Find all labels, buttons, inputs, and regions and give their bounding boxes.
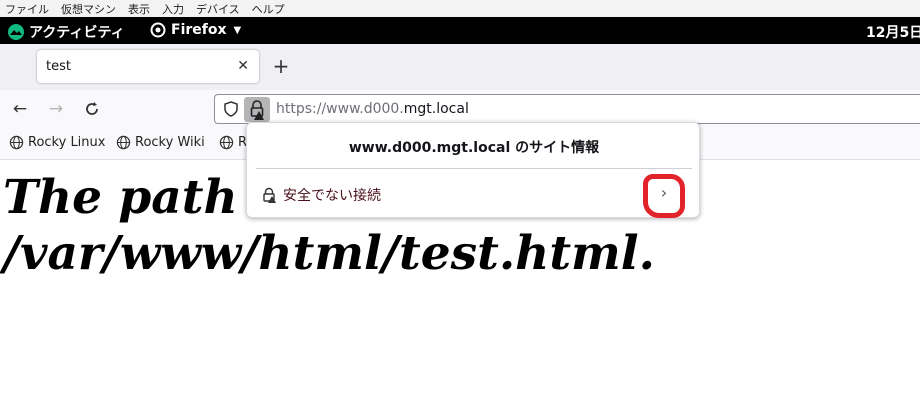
forward-icon[interactable]: →: [44, 97, 68, 121]
divider: [256, 168, 692, 169]
globe-icon: [219, 135, 234, 150]
url-domain: mgt.local: [403, 101, 469, 117]
bookmark-label: Rocky Wiki: [135, 135, 205, 150]
bookmark-rocky-linux[interactable]: Rocky Linux: [9, 135, 105, 150]
url-prefix: https://www.d000.: [276, 101, 404, 117]
tab-strip: test ✕ +: [0, 44, 920, 90]
rocky-logo-icon: [8, 24, 24, 40]
gnome-top-bar: アクティビティ Firefox ▼ 12月5日: [0, 17, 920, 44]
tracking-protection-shield-icon[interactable]: [223, 101, 239, 117]
address-bar[interactable]: https://www.d000.mgt.local: [214, 94, 920, 124]
connection-security-row[interactable]: 安全でない接続: [261, 185, 381, 205]
activities-button[interactable]: アクティビティ: [8, 22, 125, 42]
activities-label: アクティビティ: [29, 25, 125, 41]
annotation-circle: [643, 174, 685, 218]
tab-test[interactable]: test ✕: [37, 50, 259, 83]
new-tab-icon[interactable]: +: [270, 54, 292, 78]
site-info-title: www.d000.mgt.local のサイト情報: [348, 140, 600, 156]
back-icon[interactable]: ←: [8, 97, 32, 121]
chevron-down-icon: ▼: [233, 24, 242, 36]
app-menu-label: Firefox: [171, 22, 227, 38]
close-tab-icon[interactable]: ✕: [237, 58, 249, 74]
menu-help[interactable]: ヘルプ: [247, 1, 292, 17]
site-info-button[interactable]: [244, 97, 270, 122]
app-menu-button[interactable]: Firefox ▼: [150, 22, 241, 38]
globe-icon: [9, 135, 24, 150]
page-text-line-2: /var/www/html/test.html.: [3, 226, 656, 281]
connection-label: 安全でない接続: [283, 188, 381, 204]
menu-file[interactable]: ファイル: [0, 1, 56, 17]
site-info-panel: www.d000.mgt.local のサイト情報 安全でない接続 ›: [246, 122, 700, 218]
tab-title: test: [46, 59, 71, 74]
insecure-lock-icon: [263, 187, 276, 203]
clock[interactable]: 12月5日: [866, 22, 920, 42]
bookmark-partial[interactable]: R: [219, 135, 247, 150]
bookmark-label: Rocky Linux: [28, 135, 106, 150]
menu-view[interactable]: 表示: [123, 1, 157, 17]
menu-vm[interactable]: 仮想マシン: [56, 1, 123, 17]
url-text[interactable]: https://www.d000.mgt.local: [276, 101, 469, 117]
reload-icon[interactable]: [80, 97, 104, 121]
globe-icon: [116, 135, 131, 150]
menu-devices[interactable]: デバイス: [191, 1, 247, 17]
firefox-icon: [150, 22, 166, 38]
vm-menubar: ファイル 仮想マシン 表示 入力 デバイス ヘルプ: [0, 0, 920, 17]
insecure-lock-icon: [250, 100, 264, 120]
menu-input[interactable]: 入力: [157, 1, 191, 17]
bookmark-rocky-wiki[interactable]: Rocky Wiki: [116, 135, 205, 150]
